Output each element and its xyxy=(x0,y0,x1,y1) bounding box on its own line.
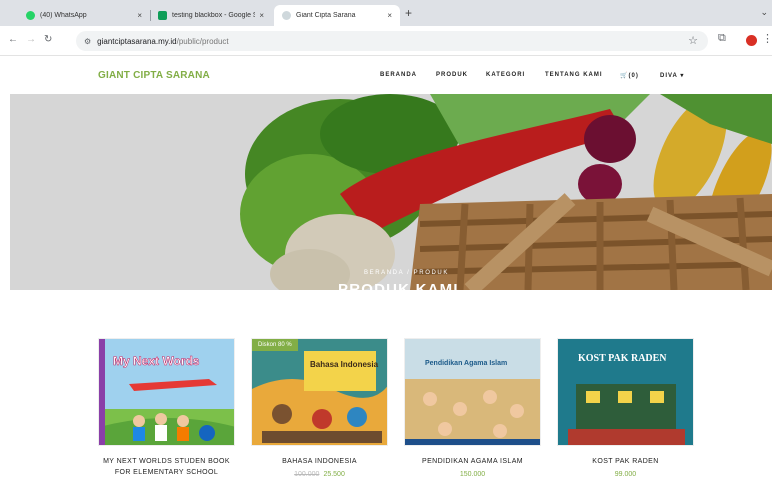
page-title: PRODUK KAMI xyxy=(338,281,459,290)
site-favicon-icon xyxy=(282,11,291,20)
old-price: 100.000 xyxy=(294,471,320,478)
extensions-icon[interactable]: ⧉ xyxy=(718,32,726,45)
tab-title: (40) WhatsApp xyxy=(40,12,87,19)
cover-title: KOST PAK RADEN xyxy=(578,353,667,364)
user-menu[interactable]: DIVA ▾ xyxy=(660,72,684,79)
bookmark-star-icon[interactable]: ☆ xyxy=(688,34,698,47)
tab-giant-cipta-sarana[interactable]: Giant Cipta Sarana × xyxy=(274,5,400,26)
book-cover-pendidikan-agama-islam: Pendidikan Agama Islam xyxy=(405,339,540,445)
sheets-icon xyxy=(158,11,167,20)
url-field[interactable]: ⚙ giantciptasarana.my.id/public/product … xyxy=(76,31,708,51)
profile-avatar[interactable] xyxy=(746,35,757,46)
reload-icon[interactable]: ↻ xyxy=(44,34,52,45)
address-bar-row: ← → ↻ ⚙ giantciptasarana.my.id/public/pr… xyxy=(0,26,772,56)
url-host: giantciptasarana.my.id xyxy=(97,36,177,46)
tab-whatsapp[interactable]: (40) WhatsApp × xyxy=(18,5,150,26)
book-cover-kost-pak-raden: KOST PAK RADEN xyxy=(558,339,693,445)
cover-title: My Next Words xyxy=(113,354,200,368)
product-card[interactable]: KOST PAK RADEN KOST PAK RADEN 99.000 xyxy=(557,338,694,488)
discount-badge: Diskon 80 % xyxy=(252,339,298,351)
whatsapp-icon xyxy=(26,11,35,20)
vegetable-basket-image xyxy=(10,94,772,290)
site-navbar: GIANT CIPTA SARANA BERANDA PRODUK KATEGO… xyxy=(0,57,772,94)
product-price: 99.000 xyxy=(614,471,637,478)
site-info-icon[interactable]: ⚙ xyxy=(84,37,91,46)
back-icon[interactable]: ← xyxy=(8,34,18,45)
hero-banner: BERANDA / PRODUK PRODUK KAMI xyxy=(10,94,772,290)
cart-link[interactable]: 🛒(0) xyxy=(620,72,639,79)
product-image[interactable]: KOST PAK RADEN xyxy=(557,338,694,446)
cover-title: Bahasa Indonesia xyxy=(310,360,379,369)
product-card[interactable]: My Next Words MY NEXT WORLDS STUDEN BOOK… xyxy=(98,338,235,488)
nav-item-tentang-kami[interactable]: TENTANG KAMI xyxy=(545,72,603,78)
url-path: /public/product xyxy=(176,36,229,46)
new-tab-button[interactable]: + xyxy=(405,6,412,20)
close-icon[interactable]: × xyxy=(137,11,142,20)
product-image[interactable]: Pendidikan Agama Islam xyxy=(404,338,541,446)
breadcrumb: BERANDA / PRODUK xyxy=(364,270,449,276)
book-cover-my-next-words: My Next Words xyxy=(99,339,234,445)
product-card[interactable]: Pendidikan Agama Islam PENDIDIKAN AGAMA … xyxy=(404,338,541,488)
close-icon[interactable]: × xyxy=(259,11,264,20)
tab-google-sheets[interactable]: testing blackbox - Google Sh × xyxy=(150,5,272,26)
forward-icon[interactable]: → xyxy=(26,34,36,45)
product-price: 100.000 25.500 xyxy=(251,471,388,478)
close-icon[interactable]: × xyxy=(387,11,392,20)
tab-title: testing blackbox - Google Sh xyxy=(172,12,256,19)
browser-tab-bar: (40) WhatsApp × testing blackbox - Googl… xyxy=(0,0,772,26)
product-image[interactable]: Bahasa Indonesia Diskon 80 % xyxy=(251,338,388,446)
tab-search-icon[interactable]: ⌄ xyxy=(760,7,768,18)
site-logo[interactable]: GIANT CIPTA SARANA xyxy=(98,70,210,81)
nav-item-produk[interactable]: PRODUK xyxy=(436,72,468,78)
product-name[interactable]: KOST PAK RADEN xyxy=(557,456,694,467)
tab-title: Giant Cipta Sarana xyxy=(296,12,356,19)
menu-icon[interactable]: ⋮ xyxy=(762,32,772,45)
product-name[interactable]: BAHASA INDONESIA xyxy=(251,456,388,467)
product-name[interactable]: MY NEXT WORLDS STUDEN BOOK FOR ELEMENTAR… xyxy=(98,456,235,478)
product-card[interactable]: Bahasa Indonesia Diskon 80 % BAHASA INDO… xyxy=(251,338,388,488)
product-price: 150.000 xyxy=(459,471,486,478)
product-image[interactable]: My Next Words xyxy=(98,338,235,446)
nav-item-beranda[interactable]: BERANDA xyxy=(380,72,417,78)
cart-count: (0) xyxy=(628,73,639,79)
book-cover-bahasa-indonesia: Bahasa Indonesia xyxy=(252,339,387,445)
cover-title: Pendidikan Agama Islam xyxy=(425,360,507,367)
product-name[interactable]: PENDIDIKAN AGAMA ISLAM xyxy=(404,456,541,467)
current-price: 25.500 xyxy=(323,471,345,478)
nav-item-kategori[interactable]: KATEGORI xyxy=(486,72,525,78)
